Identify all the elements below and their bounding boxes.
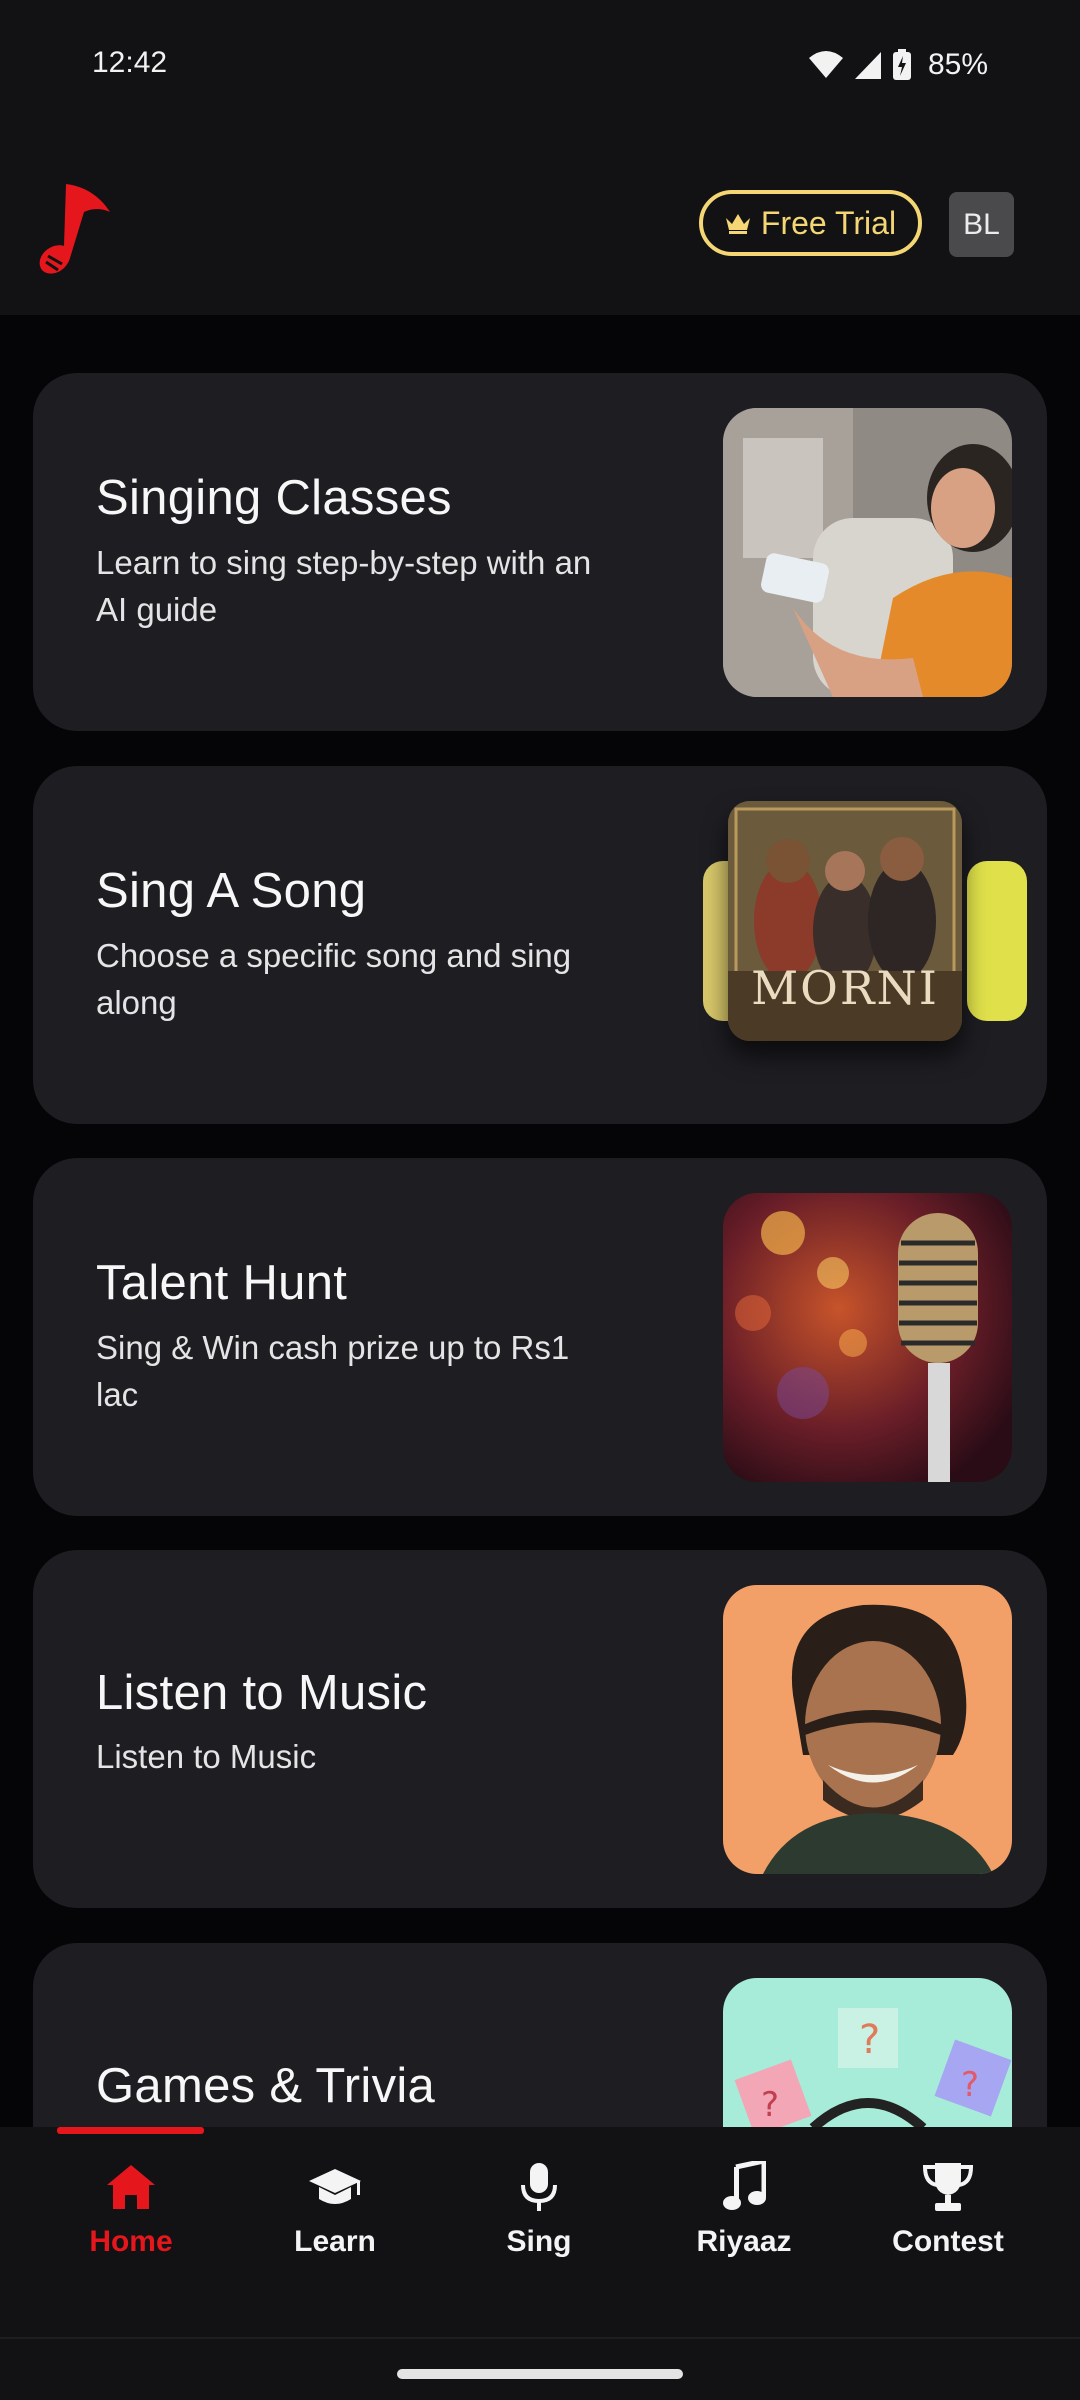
home-icon — [103, 2159, 159, 2215]
home-gesture-pill[interactable] — [397, 2369, 683, 2379]
nav-label: Contest — [892, 2225, 1004, 2258]
album-title: MORNI — [751, 961, 939, 1015]
listen-to-music-card[interactable]: Listen to Music Listen to Music — [33, 1550, 1047, 1908]
microphone-icon — [511, 2159, 567, 2215]
active-tab-indicator — [57, 2127, 204, 2134]
games-trivia-image: ? ? ? — [723, 1978, 1012, 2127]
svg-text:?: ? — [761, 2085, 779, 2125]
nav-label: Home — [89, 2225, 173, 2258]
status-time: 12:42 — [92, 46, 168, 79]
nav-label: Sing — [506, 2225, 572, 2258]
trophy-icon — [920, 2159, 976, 2215]
crown-icon — [725, 214, 750, 234]
status-bar: 12:42 85% — [0, 0, 1080, 130]
singing-classes-image — [723, 408, 1012, 697]
battery-icon — [892, 49, 911, 80]
free-trial-button[interactable]: Free Trial — [699, 190, 922, 256]
talent-hunt-card[interactable]: Talent Hunt Sing & Win cash prize up to … — [33, 1158, 1047, 1516]
status-icons: 85% — [808, 48, 988, 82]
system-nav-bar — [0, 2337, 1080, 2400]
card-subtitle: Choose a specific song and sing along — [96, 937, 572, 1021]
album-stack: MORNI — [703, 801, 1033, 1090]
bottom-nav: Home Learn Sing Riyaaz Contest — [0, 2127, 1080, 2337]
nav-label: Learn — [294, 2225, 376, 2258]
card-title: Games & Trivia — [96, 2059, 436, 2113]
nav-item-riyaaz[interactable]: Riyaaz — [644, 2159, 844, 2279]
card-title: Listen to Music — [96, 1666, 428, 1720]
card-title: Talent Hunt — [96, 1256, 348, 1310]
free-trial-label: Free Trial — [760, 204, 897, 241]
music-note-icon — [716, 2159, 772, 2215]
battery-percent: 85% — [927, 48, 988, 81]
signal-icon — [854, 52, 881, 79]
nav-item-learn[interactable]: Learn — [235, 2159, 435, 2279]
app-header: Free Trial BL — [0, 130, 1080, 315]
card-title: Sing A Song — [96, 864, 367, 918]
listen-to-music-image — [723, 1585, 1012, 1874]
svg-text:?: ? — [859, 2017, 880, 2063]
games-trivia-card[interactable]: Games & Trivia ? ? ? — [33, 1943, 1047, 2127]
card-subtitle: Learn to sing step-by-step with an AI gu… — [96, 544, 592, 628]
svg-text:?: ? — [961, 2065, 979, 2105]
avatar[interactable]: BL — [949, 192, 1014, 257]
nav-label: Riyaaz — [696, 2225, 792, 2258]
card-subtitle: Listen to Music — [96, 1738, 317, 1775]
singing-classes-card[interactable]: Singing Classes Learn to sing step-by-st… — [33, 373, 1047, 731]
nav-item-home[interactable]: Home — [31, 2159, 231, 2279]
graduation-cap-icon — [307, 2159, 363, 2215]
album-cover-right — [967, 861, 1027, 1021]
home-feed[interactable]: Singing Classes Learn to sing step-by-st… — [0, 315, 1080, 2127]
nav-item-sing[interactable]: Sing — [439, 2159, 639, 2279]
sing-a-song-card[interactable]: Sing A Song Choose a specific song and s… — [33, 766, 1047, 1124]
card-title: Singing Classes — [96, 471, 452, 525]
app-logo-icon[interactable] — [36, 178, 114, 278]
wifi-icon — [808, 51, 843, 78]
card-subtitle: Sing & Win cash prize up to Rs1 lac — [96, 1329, 570, 1413]
talent-hunt-image — [723, 1193, 1012, 1482]
nav-item-contest[interactable]: Contest — [848, 2159, 1048, 2279]
morni-album-cover: MORNI — [728, 801, 962, 1041]
